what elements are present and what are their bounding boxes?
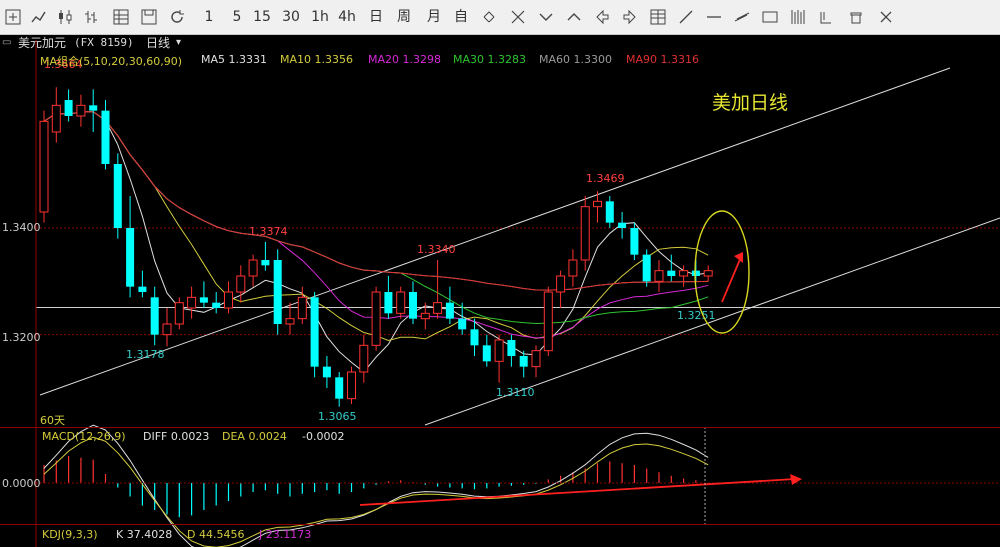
up-arrow	[721, 256, 742, 303]
ma-legend-6: MA90 1.3316	[626, 53, 699, 66]
kdj-j: J 23.1173	[259, 528, 312, 541]
candle-body-down	[458, 318, 467, 330]
ma-legend-1: MA5 1.3331	[201, 53, 267, 66]
candle-body-down	[322, 366, 331, 378]
ma-legend-3: MA20 1.3298	[368, 53, 441, 66]
candle-body-down	[605, 201, 614, 223]
candle-body-down	[691, 270, 700, 276]
candle-body-down	[445, 302, 454, 319]
candle-body-down	[261, 260, 270, 266]
ma90-line	[43, 111, 709, 291]
candle-body-down	[310, 297, 319, 367]
y-tick-2: 1.3200	[2, 331, 41, 344]
candle-body-down	[470, 329, 479, 346]
candle-body-down	[630, 228, 639, 255]
candle-body-down	[150, 297, 159, 335]
price-label: 1.3065	[318, 410, 357, 423]
candle-body-down	[482, 345, 491, 362]
candle-body-up	[347, 371, 356, 400]
kdj-title[interactable]: KDJ(9,3,3)	[42, 528, 98, 541]
candle-body-up	[679, 270, 689, 277]
candle-body-up	[39, 120, 49, 213]
candle-body-down	[409, 292, 417, 319]
chart-area[interactable]: 1.36641.33741.33401.34691.31781.30651.31…	[0, 0, 1000, 547]
macd-title[interactable]: MACD(12,26,9)	[42, 430, 126, 443]
candle-body-up	[236, 275, 246, 293]
price-label: 1.3110	[496, 386, 535, 399]
candle-body-up	[396, 291, 406, 314]
candle-body-up	[76, 104, 86, 117]
candle-body-down	[89, 105, 98, 111]
candle-body-down	[618, 222, 627, 228]
candle-body-up	[420, 312, 430, 320]
macd-zero-tick: 0.0000	[2, 477, 41, 490]
macd-separator	[0, 427, 1000, 428]
ma60-line	[43, 111, 709, 291]
price-label: 1.3374	[249, 225, 288, 238]
candle-body-down	[667, 270, 676, 276]
candle-body-up	[593, 200, 602, 208]
candle-body-up	[580, 206, 590, 261]
ma-legend-4: MA30 1.3283	[453, 53, 526, 66]
candle-body-down	[507, 340, 516, 356]
candle-body-up	[568, 259, 578, 277]
candle-body-down	[519, 356, 528, 367]
kdj-d: D 44.5456	[187, 528, 245, 541]
candle-body-down	[113, 164, 122, 228]
candle-body-up	[224, 291, 233, 309]
candle-body-up	[187, 296, 197, 309]
ma-legend-5: MA60 1.3300	[539, 53, 612, 66]
candle-body-up	[543, 291, 553, 352]
candle-body-up	[51, 104, 61, 133]
candle-body-up	[297, 296, 307, 320]
price-label: 1.3340	[417, 243, 456, 256]
candle-body-down	[273, 260, 282, 324]
candle-body-up	[371, 291, 381, 346]
candle-body-down	[138, 286, 147, 292]
candle-body-down	[101, 110, 110, 164]
kdj-separator	[0, 524, 1000, 525]
candle-body-up	[174, 302, 184, 325]
candle-body-up	[494, 339, 504, 362]
price-label: 1.3251	[677, 309, 716, 322]
candle-body-up	[556, 275, 566, 293]
macd-hist-value: -0.0002	[302, 430, 345, 443]
annotation-title: 美加日线	[712, 92, 789, 114]
macd-diff: DIFF 0.0023	[143, 430, 210, 443]
candle-body-up	[359, 344, 369, 373]
candle-body-up	[433, 302, 443, 314]
candle-body-up	[248, 259, 258, 277]
price-label: 1.3469	[586, 172, 625, 185]
ma-legend-2: MA10 1.3356	[280, 53, 353, 66]
candle-body-up	[531, 350, 541, 368]
candle-body-up	[285, 318, 295, 325]
candle-body-down	[335, 377, 344, 399]
candle-body-up	[654, 270, 664, 282]
candle-body-up	[703, 270, 713, 277]
ma-group-label[interactable]: MA组合(5,10,20,30,60,90)	[40, 53, 182, 69]
kdj-k: K 37.4028	[116, 528, 173, 541]
candle-body-down	[126, 228, 135, 287]
highlight-ellipse	[694, 210, 750, 334]
candle-body-down	[384, 292, 393, 314]
days-label: 60天	[40, 414, 65, 427]
candle-body-down	[64, 100, 73, 116]
y-tick-1: 1.3400	[2, 221, 41, 234]
candle-body-down	[199, 297, 208, 303]
price-label: 1.3178	[126, 348, 165, 361]
macd-dea: DEA 0.0024	[222, 430, 287, 443]
candle-body-down	[212, 302, 221, 308]
candle-body-up	[162, 323, 172, 336]
candle-body-down	[642, 254, 651, 282]
